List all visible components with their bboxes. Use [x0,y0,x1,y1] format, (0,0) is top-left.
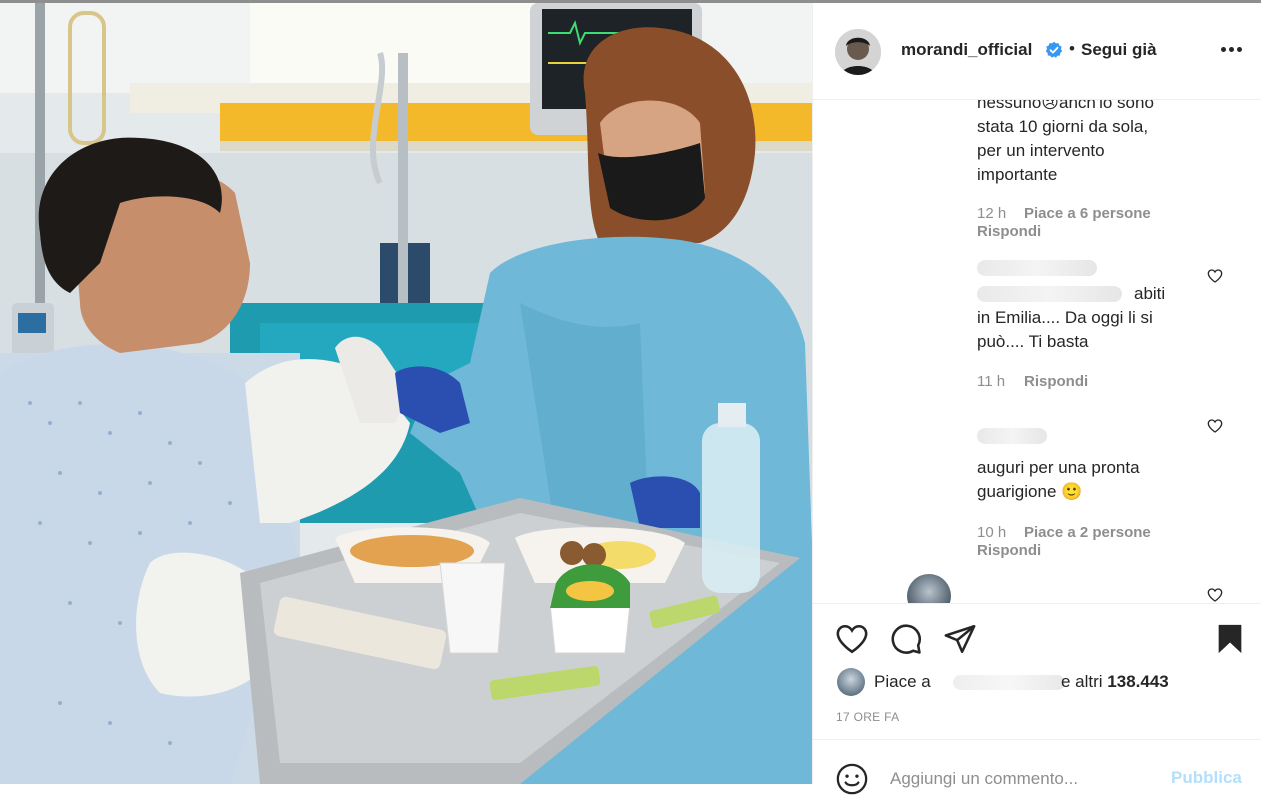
post-header: morandi_official • Segui già [813,3,1261,100]
comment-text-line: importante [977,165,1058,184]
heart-icon[interactable] [835,622,869,656]
likes-count-text[interactable]: e altri 138.443 [1061,672,1169,692]
comment-reply-button[interactable]: Rispondi [1024,373,1088,390]
comment-reply-button[interactable]: Rispondi [977,223,1041,240]
more-options-icon[interactable] [1221,47,1243,53]
comments-list[interactable]: nessuno😢anch'io sono stata 10 giorni da … [813,100,1261,603]
verified-badge-icon [1045,41,1063,58]
comment-text-line: nessuno😢anch'io sono [977,100,1154,112]
comment-likes-count[interactable]: Piace a 2 persone [1024,524,1151,541]
comment-likes-count[interactable]: Piace a 6 persone [1024,205,1151,222]
comment-text-line: stata 10 giorni da sola, [977,117,1149,136]
avatar-portrait-icon [835,29,881,75]
comment-like-heart-icon[interactable] [1207,268,1223,284]
smiley-face-icon[interactable] [835,762,869,796]
following-button[interactable]: Segui già [1081,40,1157,60]
header-separator: • [1069,39,1075,58]
profile-avatar[interactable] [835,29,881,75]
post-timestamp[interactable]: 17 ORE FA [836,710,899,724]
comment-like-heart-icon[interactable] [1207,587,1223,603]
comment-reply-button[interactable]: Rispondi [977,542,1041,559]
comment-text-line: abiti [1134,284,1166,303]
post-actions-bar [813,603,1261,663]
bookmark-icon[interactable] [1213,622,1247,656]
paper-plane-icon[interactable] [943,622,977,656]
comment-text-line: auguri per una pronta [977,458,1140,477]
commenter-avatar[interactable] [907,574,951,603]
blurred-username [977,428,1047,444]
blurred-username [977,260,1097,276]
post-photo[interactable] [0,3,812,784]
hospital-photo-illustration [0,3,812,784]
add-comment-bar: Pubblica [813,739,1261,795]
likes-prefix: Piace a [874,672,931,691]
post-side-panel: morandi_official • Segui già nessuno😢anc… [812,3,1261,795]
comment-like-heart-icon[interactable] [1207,418,1223,434]
comment-text-line: per un intervento [977,141,1105,160]
blurred-comment-text [977,286,1122,302]
comment-time: 10 h [977,524,1007,541]
comment-text-line: guarigione 🙂 [977,482,1083,501]
add-comment-input[interactable] [890,766,1150,792]
blurred-liker-name [953,675,1065,690]
comment-text-line: può.... Ti basta [977,332,1089,351]
comment-text-line: in Emilia.... Da oggi li si [977,308,1153,327]
liker-avatar [837,668,865,696]
post-username[interactable]: morandi_official [901,40,1032,60]
comment-time: 12 h [977,205,1007,222]
likes-summary[interactable]: Piace a e altri 138.443 [835,668,1255,698]
comment-time: 11 h [977,373,1006,390]
comment-bubble-icon[interactable] [889,622,923,656]
publish-comment-button[interactable]: Pubblica [1171,768,1242,788]
